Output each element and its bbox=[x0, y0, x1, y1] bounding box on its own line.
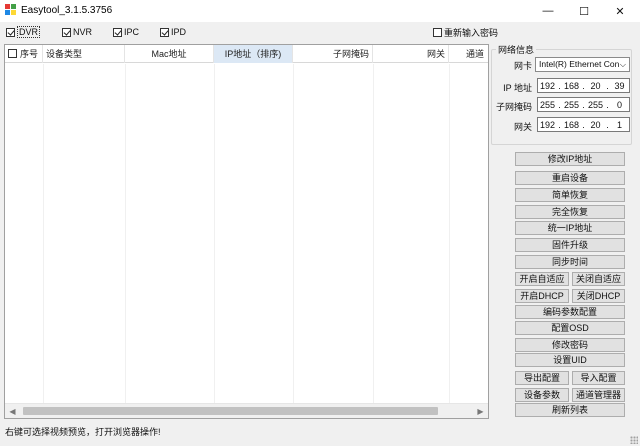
mask-octet[interactable]: 255 bbox=[538, 100, 557, 110]
import-config-button[interactable]: 导入配置 bbox=[572, 371, 625, 385]
column-header-index-label: 序号 bbox=[20, 49, 39, 59]
column-divider bbox=[449, 64, 450, 403]
column-divider bbox=[293, 64, 294, 403]
subnet-mask-label: 子网掩码 bbox=[495, 102, 532, 112]
column-header-gateway[interactable]: 网关 bbox=[373, 45, 449, 63]
ip-octet[interactable]: 168 bbox=[562, 81, 581, 91]
mask-octet[interactable]: 255 bbox=[562, 100, 581, 110]
maximize-button[interactable]: ☐ bbox=[566, 0, 602, 22]
enable-dhcp-button[interactable]: 开启DHCP bbox=[515, 289, 569, 303]
channel-manager-button[interactable]: 通道管理器 bbox=[572, 388, 625, 402]
gateway-octet[interactable]: 168 bbox=[562, 120, 581, 130]
resize-grip-icon[interactable] bbox=[630, 436, 638, 444]
disable-dhcp-button[interactable]: 关闭DHCP bbox=[572, 289, 625, 303]
filter-ipd-label: IPD bbox=[171, 27, 187, 37]
chevron-down-icon: ⌵ bbox=[619, 60, 626, 69]
simple-restore-button[interactable]: 简单恢复 bbox=[515, 188, 625, 202]
column-divider bbox=[214, 64, 215, 403]
network-info-title: 网络信息 bbox=[496, 43, 537, 56]
subnet-mask-field[interactable]: 255. 255. 255. 0 bbox=[537, 97, 630, 112]
firmware-upgrade-button[interactable]: 固件升级 bbox=[515, 238, 625, 252]
refresh-list-button[interactable]: 刷新列表 bbox=[515, 403, 625, 417]
checkbox-checked-icon bbox=[160, 27, 169, 37]
mask-octet[interactable]: 0 bbox=[610, 100, 629, 110]
full-restore-button[interactable]: 完全恢复 bbox=[515, 205, 625, 219]
ip-octet[interactable]: 39 bbox=[610, 81, 629, 91]
checkbox-unchecked-icon bbox=[433, 27, 442, 37]
app-logo-icon bbox=[5, 4, 17, 16]
ip-address-label: IP 地址 bbox=[503, 83, 532, 93]
change-password-button[interactable]: 修改密码 bbox=[515, 338, 625, 352]
column-header-mac[interactable]: Mac地址 bbox=[125, 45, 214, 63]
column-header-channel[interactable]: 通道 bbox=[449, 45, 488, 63]
restart-device-button[interactable]: 重启设备 bbox=[515, 171, 625, 185]
checkbox-checked-icon bbox=[62, 27, 71, 37]
status-text: 右键可选择视频预览，打开浏览器操作! bbox=[5, 427, 161, 437]
horizontal-scrollbar[interactable]: ◀ ▶ bbox=[5, 403, 488, 418]
filter-dvr-label: DVR bbox=[17, 26, 41, 38]
nic-select[interactable]: Intel(R) Ethernet Con ⌵ bbox=[535, 57, 630, 72]
modify-ip-button[interactable]: 修改IP地址 bbox=[515, 152, 625, 166]
filter-nvr-label: NVR bbox=[73, 27, 93, 37]
ip-address-field[interactable]: 192. 168. 20. 39 bbox=[537, 78, 630, 93]
minimize-button[interactable]: — bbox=[530, 0, 566, 22]
checkbox-checked-icon bbox=[6, 27, 15, 37]
ip-octet[interactable]: 20 bbox=[586, 81, 605, 91]
select-all-checkbox[interactable] bbox=[8, 49, 17, 58]
gateway-octet[interactable]: 1 bbox=[610, 120, 629, 130]
reenter-password-label: 重新输入密码 bbox=[444, 27, 499, 38]
gateway-label: 网关 bbox=[513, 122, 532, 132]
table-body[interactable] bbox=[5, 64, 488, 403]
main-window: Easytool_3.1.5.3756 — ☐ ✕ DVR NVR IPC IP… bbox=[0, 0, 640, 446]
enable-adaptive-button[interactable]: 开启自适应 bbox=[515, 272, 569, 286]
filter-ipc-label: IPC bbox=[124, 27, 140, 37]
gateway-octet[interactable]: 20 bbox=[586, 120, 605, 130]
unified-ip-button[interactable]: 统一IP地址 bbox=[515, 221, 625, 235]
title-bar: Easytool_3.1.5.3756 — ☐ ✕ bbox=[0, 0, 640, 22]
close-button[interactable]: ✕ bbox=[602, 0, 638, 22]
column-header-ip-sorted[interactable]: IP地址（排序) bbox=[214, 45, 293, 63]
filter-ipc-checkbox[interactable]: IPC bbox=[113, 26, 139, 38]
filter-dvr-checkbox[interactable]: DVR bbox=[6, 26, 41, 38]
sync-time-button[interactable]: 同步时间 bbox=[515, 255, 625, 269]
column-divider bbox=[125, 64, 126, 403]
checkbox-checked-icon bbox=[113, 27, 122, 37]
mask-octet[interactable]: 255 bbox=[586, 100, 605, 110]
gateway-field[interactable]: 192. 168. 20. 1 bbox=[537, 117, 630, 132]
set-uid-button[interactable]: 设置UID bbox=[515, 353, 625, 367]
device-params-button[interactable]: 设备参数 bbox=[515, 388, 569, 402]
export-config-button[interactable]: 导出配置 bbox=[515, 371, 569, 385]
column-header-index[interactable]: 序号 bbox=[5, 45, 43, 63]
nic-label: 网卡 bbox=[513, 61, 532, 71]
filter-nvr-checkbox[interactable]: NVR bbox=[62, 26, 92, 38]
reenter-password-checkbox[interactable]: 重新输入密码 bbox=[433, 26, 498, 38]
disable-adaptive-button[interactable]: 关闭自适应 bbox=[572, 272, 625, 286]
nic-select-value: Intel(R) Ethernet Con bbox=[539, 59, 620, 69]
ip-octet[interactable]: 192 bbox=[538, 81, 557, 91]
table-header: 序号 设备类型 Mac地址 IP地址（排序) 子网掩码 网关 通道 bbox=[5, 45, 488, 63]
column-divider bbox=[373, 64, 374, 403]
encoding-params-button[interactable]: 编码参数配置 bbox=[515, 305, 625, 319]
column-header-device-type[interactable]: 设备类型 bbox=[43, 45, 125, 63]
filter-ipd-checkbox[interactable]: IPD bbox=[160, 26, 186, 38]
scroll-right-icon[interactable]: ▶ bbox=[473, 404, 488, 419]
device-table[interactable]: 序号 设备类型 Mac地址 IP地址（排序) 子网掩码 网关 通道 ◀ ▶ bbox=[4, 44, 489, 419]
gateway-octet[interactable]: 192 bbox=[538, 120, 557, 130]
scrollbar-thumb[interactable] bbox=[23, 407, 438, 415]
window-title: Easytool_3.1.5.3756 bbox=[21, 5, 113, 16]
scroll-left-icon[interactable]: ◀ bbox=[5, 404, 20, 419]
osd-config-button[interactable]: 配置OSD bbox=[515, 321, 625, 335]
column-header-subnet-mask[interactable]: 子网掩码 bbox=[293, 45, 373, 63]
column-divider bbox=[43, 64, 44, 403]
